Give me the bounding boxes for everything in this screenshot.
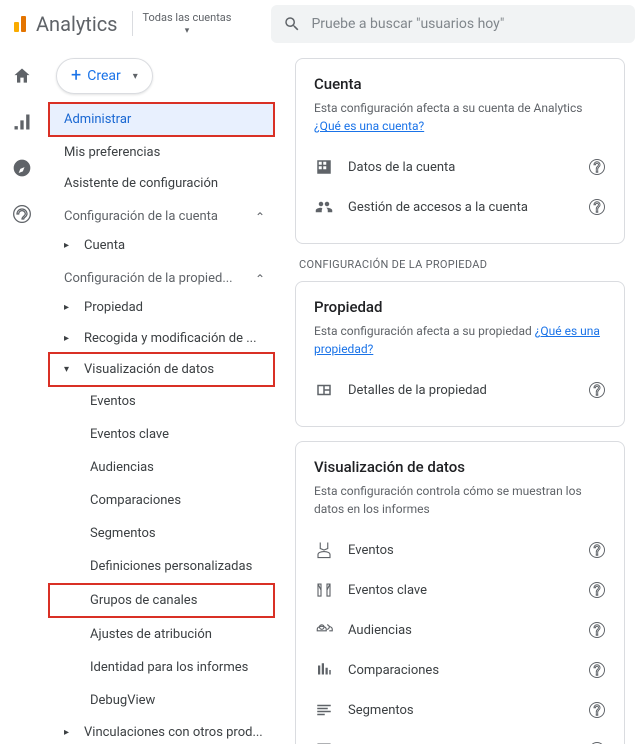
caret-right-icon: ▸ — [64, 240, 69, 251]
settings-row[interactable]: Gestión de accesos a la cuenta — [314, 187, 606, 227]
row-label: Segmentos — [348, 703, 574, 718]
nav-leaf-atribucion[interactable]: Ajustes de atribución — [50, 618, 273, 651]
plus-icon: + — [71, 69, 81, 83]
help-icon[interactable] — [588, 198, 606, 216]
settings-row[interactable]: Audiencias — [314, 610, 606, 650]
create-label: Crear — [87, 68, 121, 84]
account-picker[interactable]: Todas las cuentas ▾ — [132, 11, 232, 36]
row-icon — [314, 700, 334, 720]
caret-down-icon: ▾ — [64, 364, 69, 375]
card-viz: Visualización de datos Esta configuració… — [295, 441, 625, 744]
nav-account[interactable]: ▸ Cuenta — [50, 230, 273, 261]
settings-row[interactable]: Eventos — [314, 530, 606, 570]
settings-row[interactable]: Definiciones personalizadas — [314, 730, 606, 744]
nav-leaf-comparaciones[interactable]: Comparaciones — [50, 484, 273, 517]
nav-property[interactable]: ▸ Propiedad — [50, 292, 273, 323]
card-account: Cuenta Esta configuración afecta a su cu… — [295, 58, 625, 244]
search-icon — [283, 15, 301, 33]
card-title: Visualización de datos — [314, 458, 606, 476]
row-icon — [314, 580, 334, 600]
admin-sidebar: + Crear ▾ Administrar Mis preferencias A… — [44, 48, 279, 744]
home-icon[interactable] — [12, 66, 32, 86]
chevron-down-icon: ▾ — [185, 26, 190, 36]
nav-leaf-identidad[interactable]: Identidad para los informes — [50, 651, 273, 684]
main-content: Cuenta Esta configuración afecta a su cu… — [279, 48, 635, 744]
caret-right-icon: ▸ — [64, 333, 69, 344]
nav-section-property-config[interactable]: Configuración de la propied... ⌃ — [50, 261, 273, 292]
help-icon[interactable] — [588, 541, 606, 559]
row-icon — [314, 740, 334, 744]
nav-leaf-eventos[interactable]: Eventos — [50, 385, 273, 418]
nav-section-label: Configuración de la propied... — [64, 271, 233, 286]
caret-right-icon: ▸ — [64, 727, 69, 738]
row-icon — [314, 540, 334, 560]
search-placeholder: Pruebe a buscar "usuarios hoy" — [311, 16, 504, 32]
nav-rail — [0, 48, 44, 744]
row-icon — [314, 660, 334, 680]
nav-leaf-grupos-canales[interactable]: Grupos de canales — [50, 585, 273, 616]
section-label-property: CONFIGURACIÓN DE LA PROPIEDAD — [299, 258, 625, 271]
row-label: Gestión de accesos a la cuenta — [348, 200, 574, 215]
row-label: Detalles de la propiedad — [348, 383, 574, 398]
explore-icon[interactable] — [12, 158, 32, 178]
help-icon[interactable] — [588, 701, 606, 719]
nav-sub-label: Visualización de datos — [84, 362, 214, 377]
analytics-logo-icon — [14, 16, 26, 32]
nav-leaf-definiciones[interactable]: Definiciones personalizadas — [50, 550, 273, 583]
settings-row[interactable]: Eventos clave — [314, 570, 606, 610]
help-icon[interactable] — [588, 621, 606, 639]
chevron-up-icon: ⌃ — [255, 210, 265, 224]
card-desc: Esta configuración afecta a su cuenta de… — [314, 99, 606, 135]
caret-right-icon: ▸ — [64, 302, 69, 313]
card-desc: Esta configuración afecta a su propiedad… — [314, 322, 606, 358]
nav-sub-label: Vinculaciones con otros prod... — [84, 725, 263, 740]
row-label: Audiencias — [348, 623, 574, 638]
product-logo[interactable]: Analytics — [0, 12, 132, 36]
help-icon[interactable] — [588, 158, 606, 176]
settings-row[interactable]: Detalles de la propiedad — [314, 370, 606, 410]
row-label: Datos de la cuenta — [348, 160, 574, 175]
nav-preferences[interactable]: Mis preferencias — [50, 137, 273, 168]
row-icon — [314, 620, 334, 640]
settings-row[interactable]: Comparaciones — [314, 650, 606, 690]
card-title: Cuenta — [314, 75, 606, 93]
search-input[interactable]: Pruebe a buscar "usuarios hoy" — [271, 5, 635, 43]
nav-section-label: Configuración de la cuenta — [64, 209, 218, 224]
nav-leaf-segmentos[interactable]: Segmentos — [50, 517, 273, 550]
row-icon — [314, 197, 334, 217]
help-icon[interactable] — [588, 381, 606, 399]
row-icon — [314, 380, 334, 400]
nav-leaf-debugview[interactable]: DebugView — [50, 684, 273, 717]
nav-section-account-config[interactable]: Configuración de la cuenta ⌃ — [50, 199, 273, 230]
nav-sub-label: Propiedad — [84, 300, 143, 315]
help-icon[interactable] — [588, 661, 606, 679]
settings-row[interactable]: Datos de la cuenta — [314, 147, 606, 187]
chevron-up-icon: ⌃ — [255, 272, 265, 286]
ads-icon[interactable] — [12, 204, 32, 224]
reports-icon[interactable] — [12, 112, 32, 132]
help-icon[interactable] — [588, 581, 606, 599]
row-label: Eventos clave — [348, 583, 574, 598]
card-title: Propiedad — [314, 298, 606, 316]
row-label: Eventos — [348, 543, 574, 558]
nav-admin[interactable]: Administrar — [50, 104, 273, 135]
product-name: Analytics — [36, 12, 118, 36]
card-property: Propiedad Esta configuración afecta a su… — [295, 281, 625, 427]
nav-sub-label: Recogida y modificación de ... — [84, 331, 257, 346]
nav-setup-assistant[interactable]: Asistente de configuración — [50, 168, 273, 199]
nav-links[interactable]: ▸ Vinculaciones con otros prod... — [50, 717, 273, 744]
create-button[interactable]: + Crear ▾ — [56, 58, 153, 94]
row-label: Comparaciones — [348, 663, 574, 678]
chevron-down-icon: ▾ — [133, 71, 138, 82]
link-what-is-account[interactable]: ¿Qué es una cuenta? — [314, 119, 424, 133]
card-desc: Esta configuración controla cómo se mues… — [314, 482, 606, 518]
nav-sub-label: Cuenta — [84, 238, 125, 253]
row-icon — [314, 157, 334, 177]
nav-data-collection[interactable]: ▸ Recogida y modificación de ... — [50, 323, 273, 354]
nav-leaf-eventos-clave[interactable]: Eventos clave — [50, 418, 273, 451]
account-picker-label: Todas las cuentas — [143, 11, 232, 24]
nav-data-visualization[interactable]: ▾ Visualización de datos — [50, 354, 273, 385]
nav-leaf-audiencias[interactable]: Audiencias — [50, 451, 273, 484]
settings-row[interactable]: Segmentos — [314, 690, 606, 730]
